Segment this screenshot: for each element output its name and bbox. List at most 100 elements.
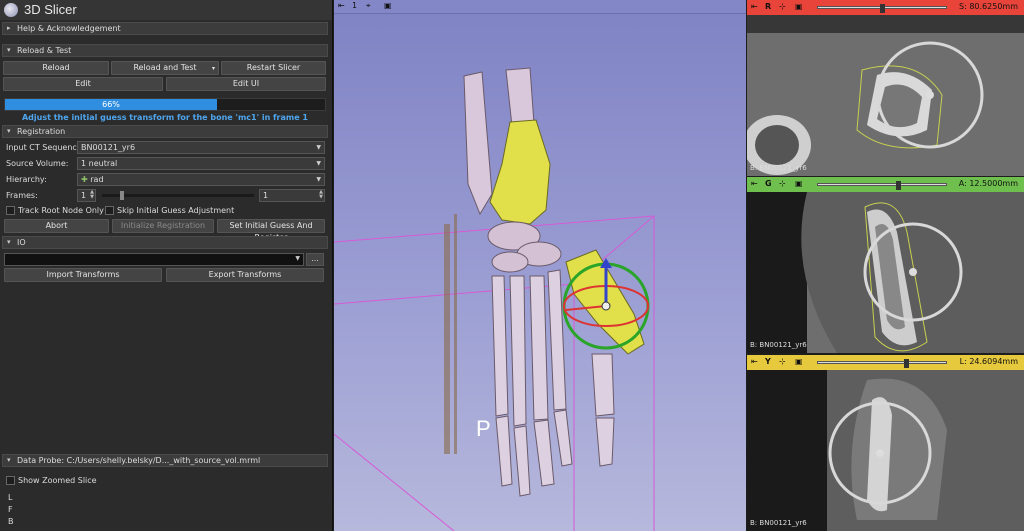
3d-render: P <box>334 67 655 531</box>
slice-offset-slider[interactable] <box>817 4 947 13</box>
link-icon[interactable]: ⊹ <box>779 2 786 11</box>
frames-end-value: 1 <box>263 191 269 200</box>
app-title: 3D Slicer <box>24 2 77 17</box>
pin-icon[interactable]: ⇤ <box>751 357 758 366</box>
browse-button[interactable]: ... <box>306 253 324 266</box>
slice-offset-slider[interactable] <box>817 181 947 190</box>
set-initial-guess-button[interactable]: Set Initial Guess And Register <box>217 219 325 242</box>
slice-letter: R <box>765 2 772 11</box>
spin-arrows-icon: ▲ ▼ <box>90 189 94 200</box>
hierarchy-label: Hierarchy: <box>6 175 47 184</box>
progress-text: 66% <box>102 100 120 109</box>
center-view-icon[interactable]: ⌖ <box>366 1 371 11</box>
io-path-select[interactable]: ▼ <box>4 253 304 266</box>
module-panel: 3D Slicer ▸ Help & Acknowledgement ▾ Rel… <box>0 0 333 531</box>
slice-offset-slider[interactable] <box>817 359 947 368</box>
input-ct-value: BN00121_yr6 <box>81 143 136 152</box>
source-volume-select[interactable]: 1 neutral ▼ <box>77 157 325 170</box>
slice-image <box>747 15 1024 176</box>
frames-label: Frames: <box>6 191 38 200</box>
3d-view[interactable]: ⇤ 1 ⌖ ▣ P <box>334 0 746 531</box>
frames-end-spinbox[interactable]: 1 ▲ ▼ <box>259 189 325 202</box>
show-zoomed-checkbox[interactable] <box>6 476 15 485</box>
maximize-view-icon[interactable]: ▣ <box>795 357 803 366</box>
edit-button[interactable]: Edit <box>3 77 163 91</box>
maximize-view-icon[interactable]: ▣ <box>795 179 803 188</box>
scan-artifact <box>444 214 457 454</box>
probe-line-b: B <box>8 517 14 526</box>
collapse-arrow-icon: ▾ <box>7 456 11 464</box>
slice-offset-value: S: 80.6250mm <box>959 2 1018 11</box>
initialize-registration-button[interactable]: Initialize Registration <box>112 219 214 233</box>
slice-view-yellow[interactable]: ⇤ Y ⊹ ▣ L: 24.6094mm B: BN00121_yr6 <box>747 355 1024 531</box>
combo-arrow-icon: ▼ <box>295 255 300 262</box>
slider-handle[interactable] <box>120 191 124 200</box>
collapse-arrow-icon: ▾ <box>7 238 11 246</box>
section-data-probe[interactable]: ▾ Data Probe: C:/Users/shelly.belsky/D..… <box>2 454 328 467</box>
slider-handle[interactable] <box>904 359 909 368</box>
probe-line-f: F <box>8 505 13 514</box>
slice-image <box>747 370 1024 531</box>
reload-and-test-button[interactable]: Reload and Test ▾ <box>111 61 219 75</box>
combo-arrow-icon: ▼ <box>316 176 321 183</box>
slice-controller-bar: ⇤ G ⊹ ▣ A: 12.5000mm <box>747 177 1024 192</box>
slider-handle[interactable] <box>896 181 901 190</box>
slice-volume-label: B: BN00121_yr6 <box>750 164 807 172</box>
section-reload-label: Reload & Test <box>17 46 72 55</box>
input-ct-select[interactable]: BN00121_yr6 ▼ <box>77 141 325 154</box>
panel-empty-area <box>2 285 328 453</box>
skip-initial-label: Skip Initial Guess Adjustment <box>117 206 235 215</box>
pin-icon[interactable]: ⇤ <box>751 179 758 188</box>
section-registration-label: Registration <box>17 127 66 136</box>
metacarpal-bones <box>491 269 567 427</box>
maximize-view-icon[interactable]: ▣ <box>795 2 803 11</box>
slice-offset-value: L: 24.6094mm <box>959 357 1018 366</box>
phalanx-bones <box>495 409 573 497</box>
thumb-bones <box>591 353 615 467</box>
link-icon[interactable]: ⊹ <box>779 179 786 188</box>
abort-button[interactable]: Abort <box>4 219 109 233</box>
section-reload-test[interactable]: ▾ Reload & Test <box>2 44 328 57</box>
transform-node-icon: ✚ <box>81 175 88 184</box>
import-transforms-button[interactable]: Import Transforms <box>4 268 162 282</box>
hierarchy-select[interactable]: ✚ rad ▼ <box>77 173 325 186</box>
app-title-bar: 3D Slicer <box>0 0 332 20</box>
source-volume-label: Source Volume: <box>6 159 69 168</box>
radius-highlight <box>489 119 551 225</box>
slice-volume-label: B: BN00121_yr6 <box>750 341 807 349</box>
slice-offset-value: A: 12.5000mm <box>958 179 1018 188</box>
hierarchy-value: rad <box>90 175 104 184</box>
frames-start-spinbox[interactable]: 1 ▲ ▼ <box>77 189 96 202</box>
maximize-view-icon[interactable]: ▣ <box>384 1 392 10</box>
reload-button[interactable]: Reload <box>3 61 109 75</box>
source-volume-value: 1 neutral <box>81 159 118 168</box>
combo-arrow-icon: ▼ <box>316 144 321 151</box>
slice-volume-label: B: BN00121_yr6 <box>750 519 807 527</box>
section-help[interactable]: ▸ Help & Acknowledgement <box>2 22 328 35</box>
collapse-arrow-icon: ▾ <box>7 46 11 54</box>
pin-icon[interactable]: ⇤ <box>338 1 345 10</box>
skip-initial-checkbox[interactable] <box>105 206 114 215</box>
carpal-bones <box>487 221 562 273</box>
section-io[interactable]: ▾ IO <box>2 236 328 249</box>
slice-view-red[interactable]: ⇤ R ⊹ ▣ S: 80.6250mm B: BN00121_yr6 <box>747 0 1024 176</box>
restart-slicer-button[interactable]: Restart Slicer <box>221 61 326 75</box>
frames-range-slider[interactable] <box>102 191 254 200</box>
edit-ui-button[interactable]: Edit UI <box>166 77 326 91</box>
link-icon[interactable]: ⊹ <box>779 357 786 366</box>
progress-bar: 66% <box>4 98 326 111</box>
spin-arrows-icon: ▲ ▼ <box>319 189 323 200</box>
show-zoomed-label: Show Zoomed Slice <box>18 476 97 485</box>
pin-icon[interactable]: ⇤ <box>751 2 758 11</box>
input-ct-label: Input CT Sequence: <box>6 143 85 152</box>
slice-letter: Y <box>765 357 771 366</box>
track-root-checkbox[interactable] <box>6 206 15 215</box>
collapse-arrow-icon: ▾ <box>7 127 11 135</box>
section-data-probe-label: Data Probe: C:/Users/shelly.belsky/D..._… <box>17 456 261 465</box>
slider-handle[interactable] <box>880 4 885 13</box>
slice-controller-bar: ⇤ R ⊹ ▣ S: 80.6250mm <box>747 0 1024 15</box>
export-transforms-button[interactable]: Export Transforms <box>166 268 324 282</box>
section-registration[interactable]: ▾ Registration <box>2 125 328 138</box>
section-help-label: Help & Acknowledgement <box>17 24 121 33</box>
slice-view-green[interactable]: ⇤ G ⊹ ▣ A: 12.5000mm B: BN00121_yr6 <box>747 177 1024 353</box>
